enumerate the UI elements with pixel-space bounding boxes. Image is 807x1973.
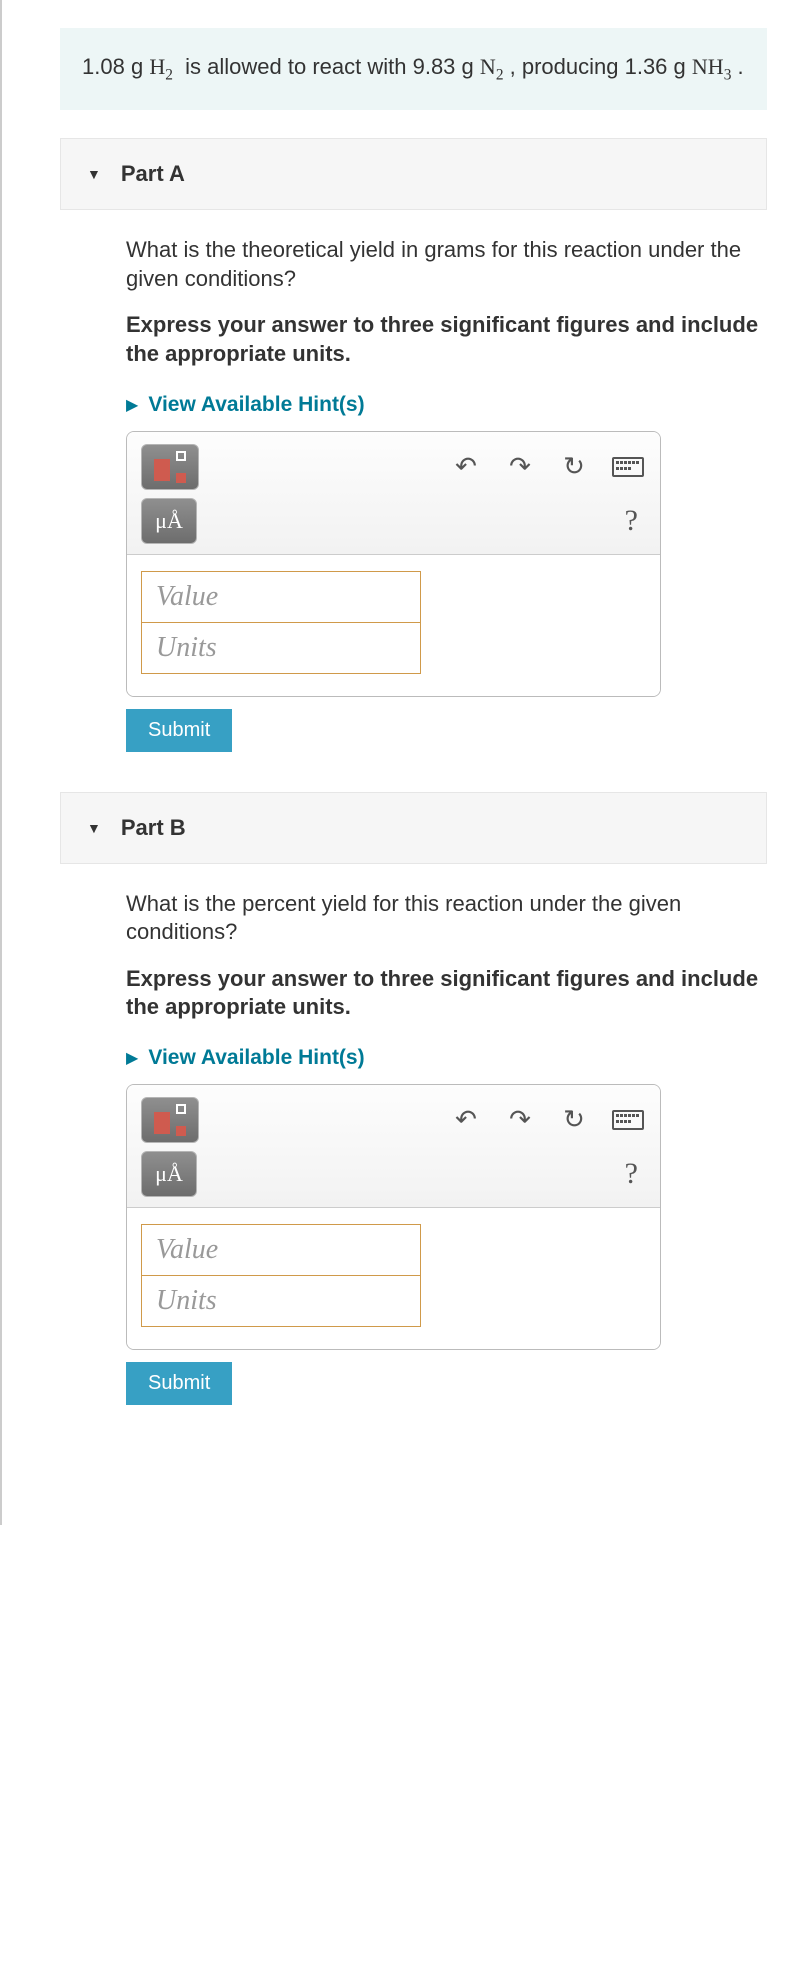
hints-label: View Available Hint(s) [148,1046,364,1070]
reset-button[interactable]: ↻ [556,449,592,485]
templates-button[interactable] [141,1097,199,1143]
collapse-icon: ▼ [87,166,101,182]
part-a-instruction: Express your answer to three significant… [126,311,767,368]
view-hints-button[interactable]: ▶ View Available Hint(s) [126,393,767,417]
redo-button[interactable]: ↷ [502,1102,538,1138]
view-hints-button[interactable]: ▶ View Available Hint(s) [126,1046,767,1070]
reset-button[interactable]: ↻ [556,1102,592,1138]
keyboard-icon [612,1110,644,1130]
expand-icon: ▶ [126,1048,138,1068]
answer-box: ↶ ↷ ↻ [126,431,661,697]
part-title: Part B [121,815,186,841]
redo-icon: ↷ [509,1104,531,1135]
undo-icon: ↶ [455,1104,477,1135]
help-button[interactable]: ? [625,1157,638,1191]
keyboard-button[interactable] [610,1102,646,1138]
part-a-question: What is the theoretical yield in grams f… [126,236,767,293]
part-b-question: What is the percent yield for this react… [126,890,767,947]
units-input[interactable]: Units [141,622,421,674]
special-chars-label: μÅ [155,508,183,534]
undo-button[interactable]: ↶ [448,1102,484,1138]
redo-icon: ↷ [509,451,531,482]
special-chars-button[interactable]: μÅ [141,498,197,544]
part-b-header[interactable]: ▼ Part B [60,792,767,864]
value-input[interactable]: Value [141,1224,421,1276]
templates-button[interactable] [141,444,199,490]
template-icon [154,453,186,481]
keyboard-icon [612,457,644,477]
special-chars-button[interactable]: μÅ [141,1151,197,1197]
units-placeholder: Units [156,632,217,664]
special-chars-label: μÅ [155,1161,183,1187]
reset-icon: ↻ [563,451,585,482]
undo-icon: ↶ [455,451,477,482]
answer-toolbar: ↶ ↷ ↻ [127,432,660,555]
submit-label: Submit [148,1372,210,1394]
template-icon [154,1106,186,1134]
submit-button[interactable]: Submit [126,709,232,752]
units-input[interactable]: Units [141,1275,421,1327]
part-a-header[interactable]: ▼ Part A [60,138,767,210]
undo-button[interactable]: ↶ [448,449,484,485]
units-placeholder: Units [156,1285,217,1317]
part-b-instruction: Express your answer to three significant… [126,965,767,1022]
value-input[interactable]: Value [141,571,421,623]
value-placeholder: Value [156,1234,218,1266]
answer-box: ↶ ↷ ↻ [126,1084,661,1350]
help-icon: ? [625,1157,638,1190]
value-placeholder: Value [156,581,218,613]
reset-icon: ↻ [563,1104,585,1135]
collapse-icon: ▼ [87,820,101,836]
help-button[interactable]: ? [625,504,638,538]
expand-icon: ▶ [126,395,138,415]
hints-label: View Available Hint(s) [148,393,364,417]
submit-button[interactable]: Submit [126,1362,232,1405]
redo-button[interactable]: ↷ [502,449,538,485]
help-icon: ? [625,504,638,537]
answer-toolbar: ↶ ↷ ↻ [127,1085,660,1208]
keyboard-button[interactable] [610,449,646,485]
part-title: Part A [121,161,185,187]
submit-label: Submit [148,719,210,741]
problem-statement: 1.08 g H2 is allowed to react with 9.83 … [60,28,767,110]
